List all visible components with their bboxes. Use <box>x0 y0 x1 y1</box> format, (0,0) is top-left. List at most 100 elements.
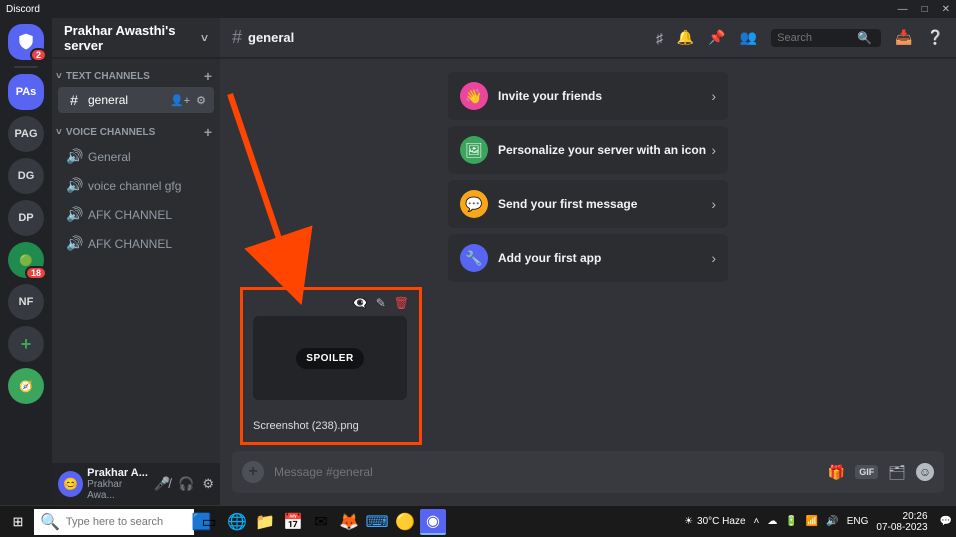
task-view-icon[interactable]: ▭ <box>196 509 222 535</box>
taskbar-clock[interactable]: 20:26 07-08-2023 <box>876 511 931 533</box>
delete-icon[interactable]: 🗑 <box>394 296 409 310</box>
emoji-icon[interactable]: ☺ <box>916 463 934 481</box>
inbox-icon[interactable]: 📥 <box>895 29 912 46</box>
channel-topbar: # general ♯ 🔔 📌 👥 🔍 📥 ❔ <box>220 18 956 58</box>
attach-button[interactable]: + <box>242 461 264 483</box>
channel-label: general <box>88 93 128 107</box>
user-panel: 😊 Prakhar A... Prakhar Awa... 🎤̸ 🎧 ⚙ <box>52 463 220 505</box>
add-server-button[interactable]: + <box>8 326 44 362</box>
channel-sidebar: Prakhar Awasthi's server ˅ ˅TEXT CHANNEL… <box>52 18 220 505</box>
tray-chevron-icon[interactable]: ˄ <box>754 516 760 527</box>
help-icon[interactable]: ❔ <box>927 29 944 46</box>
guild-pas[interactable]: PAs <box>8 74 44 110</box>
gift-icon[interactable]: 🎁 <box>828 464 845 481</box>
search-icon: 🔍 <box>40 512 60 532</box>
window-titlebar: Discord — □ ✕ <box>0 0 956 18</box>
threads-icon[interactable]: ♯ <box>656 30 663 46</box>
app-icon: 🔧 <box>460 244 488 272</box>
chevron-right-icon: › <box>711 196 716 212</box>
maximize-button[interactable]: □ <box>922 4 928 15</box>
welcome-cards: 👋 Invite your friends › 🖼 Personalize yo… <box>448 72 728 282</box>
attachment-preview[interactable]: SPOILER <box>253 316 407 400</box>
spoiler-badge: SPOILER <box>296 348 363 369</box>
tray-lang[interactable]: ENG <box>847 516 869 527</box>
speaker-icon: 🔊 <box>66 206 82 223</box>
chrome-icon[interactable]: 🟡 <box>392 509 418 535</box>
vscode-icon[interactable]: ⌨ <box>364 509 390 535</box>
card-first-message[interactable]: 💬 Send your first message › <box>448 180 728 228</box>
files-icon[interactable]: 📁 <box>252 509 278 535</box>
guild-dp[interactable]: DP <box>8 200 44 236</box>
firefox-icon[interactable]: 🦊 <box>336 509 362 535</box>
card-personalize-server[interactable]: 🖼 Personalize your server with an icon › <box>448 126 728 174</box>
calendar-icon[interactable]: 📅 <box>280 509 306 535</box>
guild-separator <box>14 66 38 68</box>
search-box[interactable]: 🔍 <box>771 29 881 47</box>
notifications-icon[interactable]: 🔔 <box>677 29 694 46</box>
mail-icon[interactable]: ✉ <box>308 509 334 535</box>
server-header[interactable]: Prakhar Awasthi's server ˅ <box>52 18 220 58</box>
tray-sound-icon[interactable]: 🔊 <box>826 516 838 527</box>
discord-taskbar-icon[interactable]: ◉ <box>420 509 446 535</box>
chevron-right-icon: › <box>711 142 716 158</box>
guild-pag[interactable]: PAG <box>8 116 44 152</box>
mute-icon[interactable]: 🎤̸ <box>154 476 170 492</box>
user-avatar[interactable]: 😊 <box>58 471 83 497</box>
attachment-highlight-box: 👁‍🗨 ✎ 🗑 SPOILER Screenshot (238).png <box>240 287 422 445</box>
attachment-filename: Screenshot (238).png <box>253 420 409 432</box>
home-button[interactable]: 2 <box>8 24 44 60</box>
gif-button[interactable]: GIF <box>855 465 878 479</box>
minimize-button[interactable]: — <box>898 4 908 15</box>
guild-nf[interactable]: NF <box>8 284 44 320</box>
voice-channel-gfg[interactable]: 🔊voice channel gfg <box>58 172 214 199</box>
channel-general[interactable]: # general 👤+ ⚙ <box>58 87 214 113</box>
sticker-icon[interactable]: 🗂 <box>888 464 906 481</box>
settings-icon[interactable]: ⚙ <box>196 94 206 107</box>
edge-icon[interactable]: 🌐 <box>224 509 250 535</box>
add-text-channel-button[interactable]: + <box>204 68 212 84</box>
guild-rail: 2 PAs PAG DG DP 🟢18 NF + 🧭 <box>0 18 52 505</box>
taskbar-search[interactable]: 🔍 🟦 <box>34 509 194 535</box>
members-icon[interactable]: 👥 <box>740 29 757 46</box>
category-text-channels[interactable]: ˅TEXT CHANNELS + <box>52 58 220 86</box>
home-badge: 2 <box>30 48 47 62</box>
main-area: # general ♯ 🔔 📌 👥 🔍 📥 ❔ 👋 Invite your fr <box>220 18 956 505</box>
card-invite-friends[interactable]: 👋 Invite your friends › <box>448 72 728 120</box>
chevron-right-icon: › <box>711 250 716 266</box>
voice-channel-afk1[interactable]: 🔊AFK CHANNEL <box>58 201 214 228</box>
message-input-bar: + 🎁 GIF 🗂 ☺ <box>232 451 944 493</box>
add-voice-channel-button[interactable]: + <box>204 124 212 140</box>
explore-servers-button[interactable]: 🧭 <box>8 368 44 404</box>
picture-icon: 🖼 <box>460 136 488 164</box>
search-input[interactable] <box>777 32 857 44</box>
app-title: Discord <box>6 4 40 15</box>
category-voice-channels[interactable]: ˅VOICE CHANNELS + <box>52 114 220 142</box>
spoiler-toggle-icon[interactable]: 👁‍🗨 <box>353 296 368 310</box>
tray-onedrive-icon[interactable]: ☁ <box>767 516 777 527</box>
edit-icon[interactable]: ✎ <box>376 296 386 310</box>
invite-icon[interactable]: 👤+ <box>170 94 190 107</box>
taskbar-search-input[interactable] <box>66 516 186 528</box>
user-settings-icon[interactable]: ⚙ <box>202 476 214 492</box>
voice-channel-afk2[interactable]: 🔊AFK CHANNEL <box>58 230 214 257</box>
guild-green-1[interactable]: 🟢18 <box>8 242 44 278</box>
start-button[interactable]: ⊞ <box>4 508 32 536</box>
tray-battery-icon[interactable]: 🔋 <box>785 516 797 527</box>
weather-widget[interactable]: ☀ 30°C Haze <box>684 516 745 527</box>
close-button[interactable]: ✕ <box>942 4 950 15</box>
user-tag: Prakhar Awa... <box>87 479 150 501</box>
deafen-icon[interactable]: 🎧 <box>178 476 194 492</box>
notifications-tray-icon[interactable]: 💬 <box>940 516 952 527</box>
message-icon: 💬 <box>460 190 488 218</box>
guild-dg[interactable]: DG <box>8 158 44 194</box>
user-name: Prakhar A... <box>87 468 150 479</box>
voice-channel-general[interactable]: 🔊General <box>58 143 214 170</box>
message-input[interactable] <box>274 465 818 479</box>
hash-icon: # <box>232 27 242 48</box>
card-add-app[interactable]: 🔧 Add your first app › <box>448 234 728 282</box>
tray-wifi-icon[interactable]: 📶 <box>806 516 818 527</box>
invite-icon: 👋 <box>460 82 488 110</box>
channel-content: 👋 Invite your friends › 🖼 Personalize yo… <box>220 58 956 451</box>
speaker-icon: 🔊 <box>66 148 82 165</box>
pinned-icon[interactable]: 📌 <box>708 29 725 46</box>
